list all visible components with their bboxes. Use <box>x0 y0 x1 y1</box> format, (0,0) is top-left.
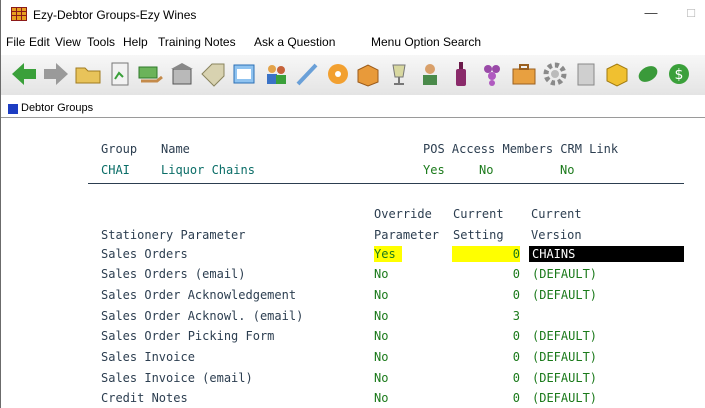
version-field[interactable]: (DEFAULT) <box>532 390 597 406</box>
dollar-icon[interactable]: $ <box>664 59 694 89</box>
disc-icon[interactable] <box>323 59 353 89</box>
version-field[interactable]: (DEFAULT) <box>532 266 597 282</box>
override-field[interactable]: No <box>374 308 388 324</box>
panel-square-icon <box>8 104 18 114</box>
pos-members-crm-header: POS Access Members CRM Link <box>423 142 619 156</box>
setting-field[interactable]: 0 <box>452 370 520 386</box>
param-row-label: Sales Order Acknowledgement <box>101 288 297 302</box>
group-name-field[interactable]: Liquor Chains <box>161 162 255 178</box>
menu-training-notes[interactable]: Training Notes <box>158 35 236 49</box>
override-field[interactable]: No <box>374 370 388 386</box>
window-title: Ezy-Debtor Groups-Ezy Wines <box>33 8 197 22</box>
toolbar: $ <box>1 55 705 95</box>
override-field[interactable]: No <box>374 328 388 344</box>
stationery-parameter-header: Stationery Parameter <box>101 228 246 242</box>
param-row-label: Sales Order Picking Form <box>101 329 275 343</box>
param-row-label: Credit Notes <box>101 391 188 405</box>
pos-access-field[interactable]: Yes <box>423 162 445 178</box>
debtor-group-form: Group Name POS Access Members CRM Link C… <box>1 119 705 408</box>
setting-field[interactable]: 0 <box>452 287 520 303</box>
menu-option-search[interactable]: Menu Option Search <box>371 35 481 49</box>
briefcase-icon[interactable] <box>509 59 539 89</box>
override-field[interactable]: Yes <box>374 246 402 262</box>
version-field[interactable]: (DEFAULT) <box>532 370 597 386</box>
document-icon[interactable] <box>105 59 135 89</box>
members-field[interactable]: No <box>479 162 493 178</box>
group-code-field[interactable]: CHAI <box>101 162 130 178</box>
panel-title: Debtor Groups <box>21 102 94 114</box>
setting-field[interactable]: 0 <box>452 349 520 365</box>
setting-header: Setting <box>453 228 504 242</box>
override-field[interactable]: No <box>374 287 388 303</box>
param-row-label: Sales Orders <box>101 247 188 261</box>
current-header-1: Current <box>453 207 504 221</box>
box-icon[interactable] <box>353 59 383 89</box>
parameter-header: Parameter <box>374 228 440 242</box>
grapes-icon[interactable] <box>477 59 507 89</box>
setting-field[interactable]: 0 <box>452 390 520 406</box>
override-field[interactable]: No <box>374 349 388 365</box>
setting-field[interactable]: 3 <box>452 308 520 324</box>
version-field[interactable]: (DEFAULT) <box>532 328 597 344</box>
pen-icon[interactable] <box>292 59 322 89</box>
version-field[interactable]: (DEFAULT) <box>532 349 597 365</box>
menu-view[interactable]: View <box>55 35 81 49</box>
app-grid-icon <box>11 7 27 21</box>
cube-icon[interactable] <box>602 59 632 89</box>
setting-field[interactable]: 0 <box>452 246 520 262</box>
folder-icon[interactable] <box>73 59 103 89</box>
maximize-button[interactable]: □ <box>681 5 701 20</box>
building-icon[interactable] <box>167 59 197 89</box>
hand-money-icon[interactable] <box>135 59 165 89</box>
people-icon[interactable] <box>261 59 291 89</box>
gear-icon[interactable] <box>540 59 570 89</box>
current-header-2: Current <box>531 207 582 221</box>
version-field[interactable]: (DEFAULT) <box>532 287 597 303</box>
section-divider <box>88 183 684 184</box>
param-row-label: Sales Order Acknowl. (email) <box>101 309 304 323</box>
menu-tools[interactable]: Tools <box>87 35 115 49</box>
menu-help[interactable]: Help <box>123 35 148 49</box>
svg-text:$: $ <box>675 67 684 83</box>
param-row-label: Sales Invoice <box>101 350 195 364</box>
menu-file[interactable]: File <box>6 35 25 49</box>
page-icon[interactable] <box>571 59 601 89</box>
app-window: Ezy-Debtor Groups-Ezy Wines — □ File Edi… <box>0 0 705 408</box>
person-icon[interactable] <box>415 59 445 89</box>
glass-icon[interactable] <box>384 59 414 89</box>
menu-bar: File Edit View Tools Help Training Notes… <box>1 32 705 52</box>
group-column-header: Group <box>101 142 138 156</box>
override-header-1: Override <box>374 207 432 221</box>
title-bar: Ezy-Debtor Groups-Ezy Wines — □ <box>1 0 705 30</box>
name-column-header: Name <box>161 142 190 156</box>
menu-ask-a-question[interactable]: Ask a Question <box>254 35 335 49</box>
param-row-label: Sales Invoice (email) <box>101 371 253 385</box>
setting-field[interactable]: 0 <box>452 328 520 344</box>
version-header: Version <box>531 228 582 242</box>
version-field[interactable]: CHAINS <box>529 246 684 262</box>
override-field[interactable]: No <box>374 390 388 406</box>
panel-header: Debtor Groups <box>1 100 705 118</box>
forward-arrow-icon[interactable] <box>41 59 71 89</box>
setting-field[interactable]: 0 <box>452 266 520 282</box>
bottle-icon[interactable] <box>446 59 476 89</box>
leaf-icon[interactable] <box>633 59 663 89</box>
minimize-button[interactable]: — <box>641 5 661 20</box>
window-icon[interactable] <box>229 59 259 89</box>
param-row-label: Sales Orders (email) <box>101 267 246 281</box>
tag-icon[interactable] <box>198 59 228 89</box>
crm-link-field[interactable]: No <box>560 162 574 178</box>
override-field[interactable]: No <box>374 266 388 282</box>
menu-edit[interactable]: Edit <box>29 35 50 49</box>
back-arrow-icon[interactable] <box>9 59 39 89</box>
